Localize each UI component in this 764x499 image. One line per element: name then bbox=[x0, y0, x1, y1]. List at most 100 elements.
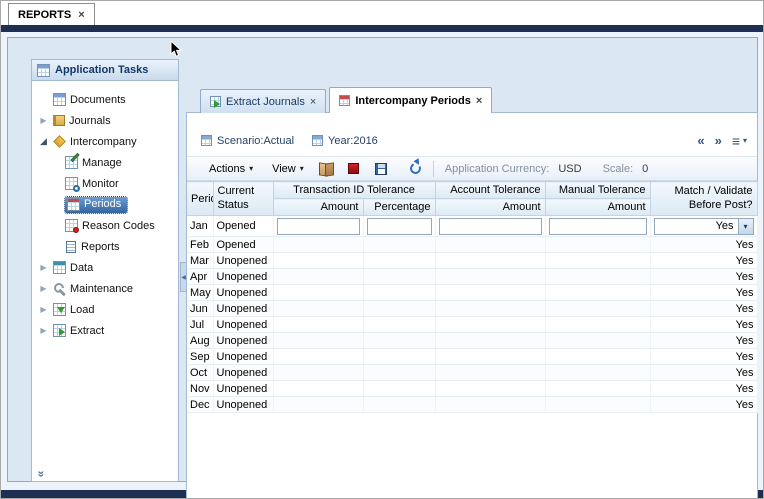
save-button[interactable] bbox=[371, 159, 391, 178]
reports-icon bbox=[66, 240, 76, 253]
sidebar-item-load[interactable]: ▶ Load bbox=[35, 299, 176, 320]
reports-tab-label: REPORTS bbox=[18, 8, 72, 21]
application-tasks-header: Application Tasks bbox=[32, 60, 178, 81]
tab-intercompany-periods[interactable]: Intercompany Periods × bbox=[329, 87, 493, 113]
col-header-transaction-percentage: Percentage bbox=[363, 198, 436, 216]
document-tabs: Extract Journals × Intercompany Periods … bbox=[200, 87, 493, 113]
sidebar-item-documents[interactable]: Documents bbox=[35, 89, 176, 110]
reason-codes-icon bbox=[65, 219, 79, 233]
sidebar-item-reports[interactable]: Reports bbox=[35, 236, 176, 257]
col-header-account-tolerance: Account Tolerance bbox=[435, 181, 546, 199]
transaction-percentage-input[interactable] bbox=[366, 217, 432, 235]
intercompany-periods-page: Scenario:Actual Year:2016 « » ≡ ▾ Action… bbox=[186, 112, 758, 498]
chevron-right-icon[interactable]: ▶ bbox=[38, 284, 49, 293]
col-header-period: Perio bbox=[187, 181, 214, 216]
manage-icon bbox=[65, 152, 80, 169]
close-periods-button[interactable] bbox=[344, 159, 364, 178]
collapse-panel-icon[interactable]: » bbox=[34, 471, 48, 478]
intercompany-icon bbox=[53, 135, 66, 148]
journals-icon bbox=[53, 115, 65, 126]
year-dimension-icon bbox=[312, 135, 324, 146]
col-header-transaction-amount: Amount bbox=[273, 198, 364, 216]
actions-menu-button[interactable]: Actions ▾ bbox=[203, 160, 259, 178]
sidebar-item-journals[interactable]: ▶ Journals bbox=[35, 110, 176, 131]
open-periods-button[interactable] bbox=[317, 159, 337, 178]
sidebar-item-periods[interactable]: Periods bbox=[35, 194, 176, 215]
col-header-manual-tolerance: Manual Tolerance bbox=[545, 181, 651, 199]
scenario-dimension-icon bbox=[201, 135, 212, 146]
match-validate-value: Yes bbox=[650, 364, 758, 381]
manual-amount-input[interactable] bbox=[548, 217, 647, 235]
table-row-dec: Dec Unopened Yes bbox=[187, 396, 758, 413]
match-validate-value: Yes bbox=[650, 348, 758, 365]
grid-toolbar: Actions ▾ View ▾ Application Currency: U… bbox=[187, 157, 757, 181]
match-validate-value: Yes bbox=[650, 284, 758, 301]
extract-journals-tab-icon bbox=[210, 96, 221, 108]
chevron-right-icon[interactable]: ▶ bbox=[38, 305, 49, 314]
monitor-icon bbox=[65, 177, 80, 192]
reports-tab[interactable]: REPORTS × bbox=[8, 3, 95, 25]
col-header-manual-amount: Amount bbox=[545, 198, 651, 216]
pov-year[interactable]: Year:2016 bbox=[312, 135, 378, 147]
tasks-tree: Documents ▶ Journals ◢ Intercompany Mana… bbox=[32, 81, 178, 465]
workspace: Application Tasks Documents ▶ Journals ◢… bbox=[1, 32, 763, 498]
chevron-down-icon: ▾ bbox=[249, 164, 254, 173]
application-currency-value: USD bbox=[558, 162, 582, 175]
pov-controls: « » ≡ ▾ bbox=[697, 133, 747, 149]
refresh-button[interactable] bbox=[406, 159, 426, 178]
periods-icon bbox=[67, 197, 80, 211]
scale-label: Scale: bbox=[602, 162, 634, 175]
col-header-transaction-id-tolerance: Transaction ID Tolerance bbox=[273, 181, 436, 199]
view-menu-button[interactable]: View ▾ bbox=[266, 160, 310, 178]
table-row-jun: Jun Unopened Yes bbox=[187, 300, 758, 317]
match-validate-select[interactable]: Yes ▾ bbox=[653, 217, 754, 235]
pov-scenario[interactable]: Scenario:Actual bbox=[201, 135, 294, 147]
sidebar-item-reason-codes[interactable]: Reason Codes bbox=[35, 215, 176, 236]
match-validate-value: Yes bbox=[650, 236, 758, 253]
application-window: REPORTS × Application Tasks Documents ▶ bbox=[0, 0, 764, 499]
close-icon[interactable]: × bbox=[78, 9, 84, 21]
close-icon[interactable]: × bbox=[310, 96, 316, 108]
top-accent-bar bbox=[1, 25, 763, 32]
chevron-down-icon: ▾ bbox=[742, 136, 747, 145]
match-validate-value: Yes bbox=[650, 396, 758, 413]
pov-bar: Scenario:Actual Year:2016 « » ≡ ▾ bbox=[187, 113, 757, 157]
tab-extract-journals[interactable]: Extract Journals × bbox=[200, 89, 327, 113]
period-cell: Jan bbox=[187, 215, 214, 237]
selected-item-highlight: Periods bbox=[63, 195, 129, 214]
status-cell: Opened bbox=[213, 215, 274, 237]
previous-icon[interactable]: « bbox=[697, 133, 704, 148]
top-tab-strip: REPORTS × bbox=[1, 1, 763, 25]
chevron-right-icon[interactable]: ▶ bbox=[38, 116, 49, 125]
menu-button[interactable]: ≡ ▾ bbox=[732, 133, 747, 149]
table-row-jan: Jan Opened Yes ▾ bbox=[187, 215, 758, 237]
chevron-expanded-icon[interactable]: ◢ bbox=[38, 137, 49, 146]
match-validate-value: Yes bbox=[650, 300, 758, 317]
table-row-jul: Jul Unopened Yes bbox=[187, 316, 758, 333]
sidebar-item-extract[interactable]: ▶ Extract bbox=[35, 320, 176, 341]
data-icon bbox=[53, 261, 66, 274]
transaction-amount-input[interactable] bbox=[276, 217, 360, 235]
chevron-down-icon[interactable]: ▾ bbox=[737, 218, 753, 234]
sidebar-item-intercompany[interactable]: ◢ Intercompany bbox=[35, 131, 176, 152]
chevron-right-icon[interactable]: ▶ bbox=[38, 263, 49, 272]
match-validate-value: Yes bbox=[650, 380, 758, 397]
sidebar-item-data[interactable]: ▶ Data bbox=[35, 257, 176, 278]
table-row-oct: Oct Unopened Yes bbox=[187, 364, 758, 381]
col-header-account-amount: Amount bbox=[435, 198, 546, 216]
account-amount-input[interactable] bbox=[438, 217, 542, 235]
chevron-right-icon[interactable]: ▶ bbox=[38, 326, 49, 335]
close-icon[interactable]: × bbox=[476, 95, 482, 107]
application-currency-label: Application Currency: bbox=[444, 162, 550, 175]
documents-icon bbox=[53, 93, 66, 106]
table-row-apr: Apr Unopened Yes bbox=[187, 268, 758, 285]
book-icon bbox=[319, 163, 334, 174]
sidebar-item-monitor[interactable]: Monitor bbox=[35, 173, 176, 194]
table-row-may: May Unopened Yes bbox=[187, 284, 758, 301]
sidebar-item-maintenance[interactable]: ▶ Maintenance bbox=[35, 278, 176, 299]
table-row-aug: Aug Unopened Yes bbox=[187, 332, 758, 349]
sidebar-item-manage[interactable]: Manage bbox=[35, 152, 176, 173]
table-row-nov: Nov Unopened Yes bbox=[187, 380, 758, 397]
next-icon[interactable]: » bbox=[715, 133, 722, 148]
floppy-disk-icon bbox=[374, 162, 387, 175]
